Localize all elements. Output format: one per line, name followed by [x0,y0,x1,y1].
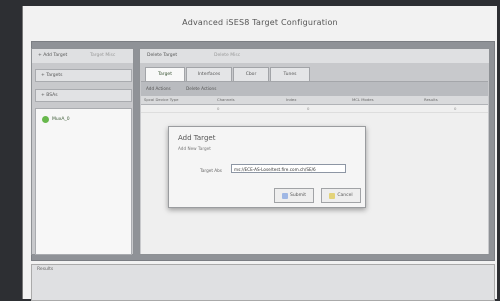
left-panel: + Add Target Target Misc + Targets + BSA… [31,48,134,255]
cancel-button[interactable]: Cancel [321,188,361,203]
target-misc-button[interactable]: Target Misc [90,49,115,63]
results-pane: Results [31,264,495,301]
tab-interfaces[interactable]: Interfaces [186,67,232,82]
target-list: MuxA_0 [35,108,132,255]
cancel-label: Cancel [337,193,353,198]
tab-cbor[interactable]: Cbor [233,67,269,82]
dialog-subtitle: Add New Target [178,146,211,151]
table-cell: 0 [217,106,220,111]
column-header: Spcal Device Type [144,97,179,102]
table-cell: 0 [454,106,457,111]
app-title: Advanced iSES8 Target Configuration [182,18,338,27]
delete-target-button[interactable]: Delete Target [147,49,177,63]
target-abs-input[interactable]: ms://ECE-AS-Lose/test.fire.com.ch/SE/6 [231,164,346,173]
tab-target[interactable]: Target [145,67,185,82]
list-item-label: MuxA_0 [52,117,70,122]
left-toolbar: + Add Target Target Misc [32,49,133,63]
targets-accordion-label: + Targets [41,73,63,78]
column-header: Channels [217,97,235,102]
bsas-accordion-label: + BSAs [41,93,58,98]
dialog-title: Add Target [178,134,216,142]
table-cell: 0 [307,106,310,111]
submit-label: Submit [290,193,306,198]
tab-tunes[interactable]: Tunes [270,67,310,82]
column-header: Index [286,97,297,102]
delete-misc-button[interactable]: Delete Misc [214,49,240,63]
submit-button[interactable]: Submit [274,188,314,203]
delete-actions-link[interactable]: Delete Actions [186,84,216,94]
submit-icon [282,192,289,199]
actions-bar: Add Actions Delete Actions [141,84,488,94]
cancel-icon [329,192,336,199]
column-header: Results [424,97,438,102]
column-header: MCL Modes [352,97,374,102]
targets-accordion[interactable]: + Targets [35,69,132,82]
table-row[interactable]: 0 0 0 [141,105,488,113]
grid-header: Spcal Device Type Channels Index MCL Mod… [141,96,488,105]
bsas-accordion[interactable]: + BSAs [35,89,132,102]
add-target-dialog: Add Target Add New Target Target Abs ms:… [168,126,366,208]
results-label: Results [37,267,54,272]
right-toolbar: Delete Target Delete Misc [140,49,489,63]
target-status-icon [42,116,49,123]
list-item[interactable]: MuxA_0 [42,116,70,123]
tab-bar: Target Interfaces Cbor Tunes [140,67,489,82]
target-abs-label: Target Abs [200,168,222,173]
add-target-button[interactable]: + Add Target [38,49,67,63]
add-actions-link[interactable]: Add Actions [146,84,171,94]
